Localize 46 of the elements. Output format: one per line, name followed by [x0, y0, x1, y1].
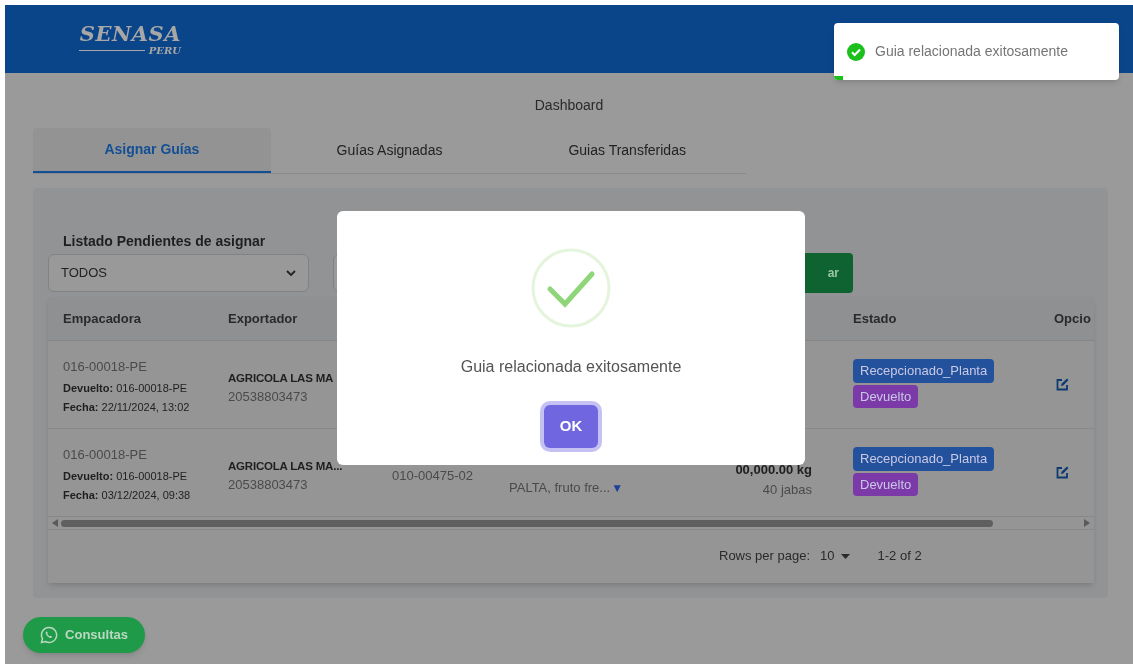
column-header: Exportador: [228, 309, 298, 328]
weight-text: 00,000.00 kg: [735, 461, 812, 479]
chat-bubble-icon: [40, 626, 59, 644]
product-text: PALTA, fruto fre...: [509, 479, 611, 497]
status-tag: Recepcionado_Planta: [853, 359, 995, 383]
tab[interactable]: Guias Transferidas: [508, 128, 746, 173]
edit-icon[interactable]: [1056, 378, 1069, 391]
rows-per-page-select[interactable]: 10: [820, 546, 850, 566]
tab[interactable]: Asignar Guías: [33, 128, 271, 173]
page-title: Dashboard: [534, 96, 604, 115]
scroll-left-icon[interactable]: [52, 519, 58, 527]
chevron-down-icon: [286, 269, 296, 277]
toast-message: Guia relacionada exitosamente: [875, 42, 1068, 61]
expand-toggle[interactable]: ▼: [611, 481, 624, 494]
packer-code: 016-00018-PE: [63, 358, 148, 376]
edit-icon[interactable]: [1056, 466, 1069, 479]
date-note: Fecha: 22/11/2024, 13:02: [63, 400, 190, 415]
scroll-right-icon[interactable]: [1084, 519, 1090, 527]
rows-per-page-label: Rows per page:: [719, 547, 811, 566]
packer-code: 016-00018-PE: [63, 446, 148, 464]
tab[interactable]: Guías Asignadas: [270, 128, 509, 173]
date-note: Fecha: 03/12/2024, 09:38: [63, 488, 191, 503]
status-tag: Devuelto: [853, 472, 919, 496]
column-header: Empacadora: [63, 309, 142, 328]
column-header: Estado: [853, 309, 897, 328]
exporter-name: AGRICOLA LAS MA...: [228, 459, 343, 474]
logo: SENASA PERU: [79, 22, 181, 56]
pagination-range: 1-2 of 2: [877, 547, 922, 566]
exporter-id: 20538803473: [228, 388, 309, 407]
status-tag: Recepcionado_Planta: [853, 447, 995, 471]
panel-title: Listado Pendientes de asignar: [63, 232, 266, 251]
exporter-name: AGRICOLA LAS MA: [228, 371, 334, 386]
returned-note: Devuelto: 016-00018-PE: [63, 468, 189, 484]
count-text: 40 jabas: [762, 480, 812, 499]
filter-select[interactable]: TODOS: [48, 254, 309, 292]
status-tag: Devuelto: [853, 384, 919, 408]
column-header: Opcio: [1054, 309, 1091, 328]
check-circle-icon: [847, 42, 865, 61]
table-cell-text: 010-00475-02: [392, 467, 473, 485]
caret-icon: [840, 553, 850, 559]
returned-note: Devuelto: 016-00018-PE: [63, 380, 189, 396]
dialog-message: Guia relacionada exitosamente: [460, 357, 682, 377]
check-circle-icon: [530, 247, 612, 329]
exporter-id: 20538803473: [228, 476, 309, 495]
scrollbar-thumb[interactable]: [61, 519, 993, 527]
consultas-button[interactable]: Consultas: [23, 617, 145, 653]
